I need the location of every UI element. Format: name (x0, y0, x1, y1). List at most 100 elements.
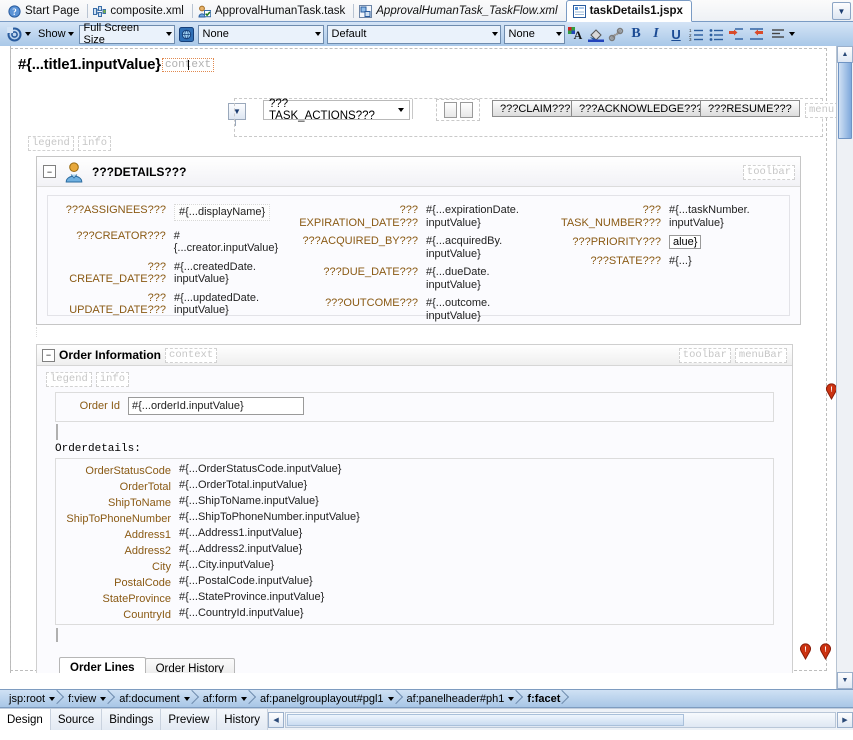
device-select[interactable]: None (197, 24, 324, 44)
details-panel-header[interactable]: − ???DETAILS??? toolbar (37, 157, 800, 187)
scroll-up-icon[interactable]: ▲ (837, 46, 853, 63)
composite-icon (93, 5, 107, 18)
browser-icon[interactable] (178, 26, 195, 43)
editor-tab-taskflow[interactable]: ApprovalHumanTask_TaskFlow.xml (353, 1, 565, 21)
link-icon[interactable] (608, 26, 625, 43)
design-canvas[interactable]: #{...title1.inputValue} context ▼ ???TAS… (0, 46, 853, 689)
chevron-down-icon (508, 696, 515, 701)
chevron-down-icon (25, 32, 31, 36)
chevron-down-icon (49, 696, 56, 701)
align-button[interactable] (768, 25, 797, 44)
bold-button[interactable]: B (628, 26, 645, 43)
info-facet-tag[interactable]: info (77, 136, 112, 151)
editor-tab-composite-xml[interactable]: composite.xml (87, 1, 192, 21)
due-date-label: ???DUE_DATE??? (323, 266, 418, 278)
variant-select[interactable]: None (503, 24, 565, 44)
claim-button[interactable]: ???CLAIM??? (492, 100, 579, 117)
order-legend-facet-tag[interactable]: legend (46, 372, 92, 387)
tab-bindings[interactable]: Bindings (102, 709, 162, 730)
jspx-icon (572, 4, 586, 18)
editor-tab-start-page[interactable]: ? Start Page (2, 1, 87, 21)
tab-order-history[interactable]: Order History (144, 658, 235, 673)
breadcrumb-item-af-form[interactable]: af:form (196, 691, 253, 706)
tab-source[interactable]: Source (51, 709, 103, 730)
breadcrumb-item-af-panelgrouplayout[interactable]: af:panelgrouplayout#pgl1 (253, 691, 400, 706)
error-marker-3[interactable]: ! (819, 643, 832, 661)
text-caret (188, 59, 190, 70)
ordered-list-icon[interactable]: 123 (688, 26, 705, 43)
screen-size-select[interactable]: Full Screen Size (78, 22, 175, 46)
italic-button[interactable]: I (648, 26, 665, 43)
details-row-create-date: ??? CREATE_DATE??? #{...createdDate. inp… (54, 261, 284, 286)
screen-size-value: Full Screen Size (83, 22, 140, 46)
breadcrumb-item-f-view[interactable]: f:view (61, 691, 112, 706)
horizontal-scrollbar[interactable]: ◀ ▶ (268, 709, 853, 730)
unordered-list-icon[interactable] (708, 26, 725, 43)
collapse-icon[interactable]: − (42, 348, 55, 362)
page-title-row: #{...title1.inputValue} context (18, 56, 215, 73)
tab-preview[interactable]: Preview (161, 709, 218, 730)
update-date-value-line1: #{...updatedDate. (174, 291, 260, 304)
orderstatuscode-value: #{...OrderStatusCode.inputValue} (179, 463, 342, 475)
order-info-legend-row: legend info (46, 372, 130, 387)
collapse-icon[interactable]: − (43, 165, 56, 178)
assignees-value[interactable]: #{...displayName} (174, 204, 271, 221)
scrollbar-track[interactable] (285, 711, 836, 728)
details-panel-title: ???DETAILS??? (92, 164, 187, 179)
canvas-vertical-scrollbar[interactable]: ▲ ▼ (836, 46, 853, 689)
order-id-input[interactable]: #{...orderId.inputValue} (128, 397, 304, 415)
editor-tab-taskdetails-jspx[interactable]: taskDetails1.jspx (565, 0, 692, 22)
group-indicator (56, 628, 58, 642)
svg-text:!: ! (830, 387, 832, 394)
breadcrumb-item-af-panelheader[interactable]: af:panelheader#ph1 (400, 691, 521, 706)
resume-button[interactable]: ???RESUME??? (700, 100, 800, 117)
indent-icon[interactable] (728, 26, 745, 43)
tab-order-lines-label: Order Lines (70, 662, 135, 673)
order-information-header[interactable]: − Order Information context toolbar menu… (37, 345, 792, 366)
underline-button[interactable]: U (668, 26, 685, 43)
editor-tab-label: ApprovalHumanTask.task (214, 5, 346, 17)
tab-history[interactable]: History (217, 709, 269, 730)
breadcrumb-item-af-document[interactable]: af:document (112, 691, 196, 706)
breadcrumb-item-f-facet[interactable]: f:facet (520, 691, 566, 706)
scrollbar-thumb[interactable] (287, 713, 685, 726)
chevron-down-icon[interactable]: ▼ (832, 2, 851, 20)
show-menu-button[interactable]: Show (36, 25, 76, 44)
style-select[interactable]: Default (326, 24, 501, 44)
order-info-toolbar-tag[interactable]: toolbar (678, 347, 731, 363)
scroll-left-icon[interactable]: ◀ (268, 711, 285, 728)
order-info-facet-tag[interactable]: info (95, 372, 130, 387)
acquired-by-value-line1: #{...acquiredBy. (426, 235, 503, 247)
expiration-date-value-line2: inputValue} (426, 216, 481, 229)
tab-order-lines[interactable]: Order Lines (59, 657, 146, 673)
fill-color-icon[interactable] (588, 26, 605, 43)
task-actions-dropdown[interactable]: ???TASK_ACTIONS??? (263, 98, 410, 122)
address2-label: Address2 (124, 545, 171, 557)
scroll-down-icon[interactable]: ▼ (837, 672, 853, 689)
svg-text:A: A (574, 28, 583, 42)
breadcrumb-item-jsp-root[interactable]: jsp:root (2, 691, 61, 706)
toolbar-placeholder-group[interactable] (436, 99, 480, 121)
placeholder-item-icon (443, 102, 457, 118)
refresh-button[interactable] (4, 25, 33, 44)
outdent-icon[interactable] (748, 26, 765, 43)
error-marker-2[interactable]: ! (799, 643, 812, 661)
scroll-right-icon[interactable]: ▶ (837, 711, 853, 728)
context-facet-tag[interactable]: context (161, 57, 215, 72)
city-value: #{...City.inputValue} (179, 559, 274, 571)
details-row-assignees: ???ASSIGNEES??? #{...displayName} (54, 204, 284, 221)
order-info-context-tag[interactable]: context (165, 347, 218, 363)
scrollbar-thumb[interactable] (838, 62, 852, 139)
tab-design[interactable]: Design (0, 709, 51, 730)
font-color-icon[interactable]: A (568, 26, 585, 43)
breadcrumb-label: af:document (119, 692, 180, 705)
legend-facet-tag[interactable]: legend (28, 136, 74, 151)
details-toolbar-facet-tag[interactable]: toolbar (742, 165, 795, 180)
acknowledge-button[interactable]: ???ACKNOWLEDGE??? (571, 100, 711, 117)
order-info-menubar-tag[interactable]: menuBar (734, 347, 787, 363)
priority-input[interactable]: alue} (669, 235, 702, 249)
editor-tab-approvalhumantask[interactable]: ApprovalHumanTask.task (191, 1, 353, 21)
update-date-value-line2: inputValue} (174, 304, 229, 316)
menu-facet-tag[interactable]: menu (805, 103, 837, 118)
details-fields-area: ???ASSIGNEES??? #{...displayName} ???CRE… (47, 195, 790, 322)
